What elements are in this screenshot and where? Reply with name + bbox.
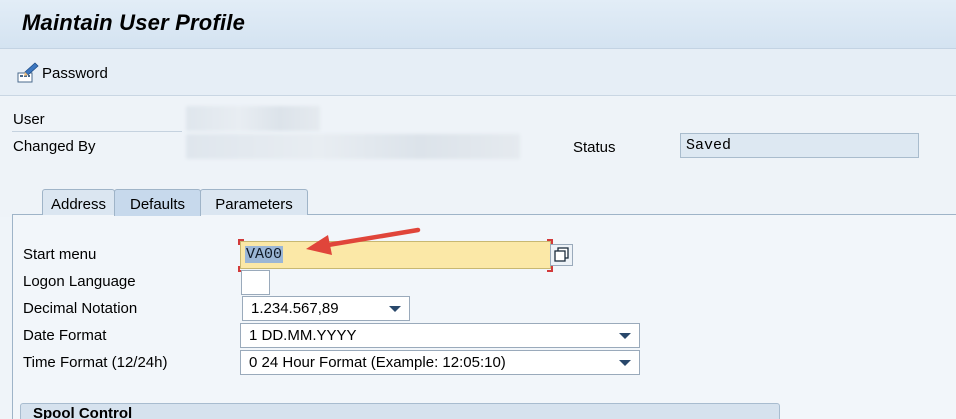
time-format-label: Time Format (12/24h) — [23, 354, 168, 371]
title-bar: Maintain User Profile — [0, 0, 956, 49]
start-menu-input[interactable]: VA00 — [240, 241, 551, 269]
spool-control-title: Spool Control — [33, 405, 133, 419]
user-value-redacted — [186, 106, 320, 131]
focus-corner — [238, 239, 244, 245]
value-help-button[interactable] — [550, 244, 573, 266]
tab-parameters[interactable]: Parameters — [200, 189, 308, 215]
date-format-dropdown[interactable]: 1 DD.MM.YYYY — [240, 323, 640, 348]
user-label: User — [13, 111, 45, 128]
changed-by-label: Changed By — [13, 138, 96, 155]
status-field: Saved — [680, 133, 919, 158]
chevron-down-icon — [389, 306, 401, 312]
decimal-notation-label: Decimal Notation — [23, 300, 138, 317]
page-title: Maintain User Profile — [22, 10, 246, 35]
date-format-label: Date Format — [23, 327, 107, 344]
status-label: Status — [573, 139, 616, 156]
decimal-notation-value: 1.234.567,89 — [251, 300, 339, 317]
application-toolbar — [0, 49, 956, 96]
tab-address[interactable]: Address — [42, 189, 115, 215]
password-button-label: Password — [42, 64, 108, 82]
divider — [12, 131, 182, 132]
time-format-value: 0 24 Hour Format (Example: 12:05:10) — [249, 354, 506, 371]
logon-language-label: Logon Language — [23, 273, 136, 290]
spool-control-section[interactable]: Spool Control — [20, 403, 780, 419]
decimal-notation-dropdown[interactable]: 1.234.567,89 — [242, 296, 410, 321]
start-menu-value: VA00 — [245, 246, 284, 263]
value-help-icon — [554, 247, 569, 262]
password-button[interactable]: Password — [16, 60, 108, 86]
chevron-down-icon — [619, 333, 631, 339]
password-pen-icon — [16, 62, 40, 84]
tab-defaults[interactable]: Defaults — [114, 189, 201, 216]
chevron-down-icon — [619, 360, 631, 366]
time-format-dropdown[interactable]: 0 24 Hour Format (Example: 12:05:10) — [240, 350, 640, 375]
changed-by-value-redacted — [186, 134, 520, 159]
logon-language-input[interactable] — [241, 270, 270, 295]
date-format-value: 1 DD.MM.YYYY — [249, 327, 357, 344]
start-menu-label: Start menu — [23, 246, 97, 263]
